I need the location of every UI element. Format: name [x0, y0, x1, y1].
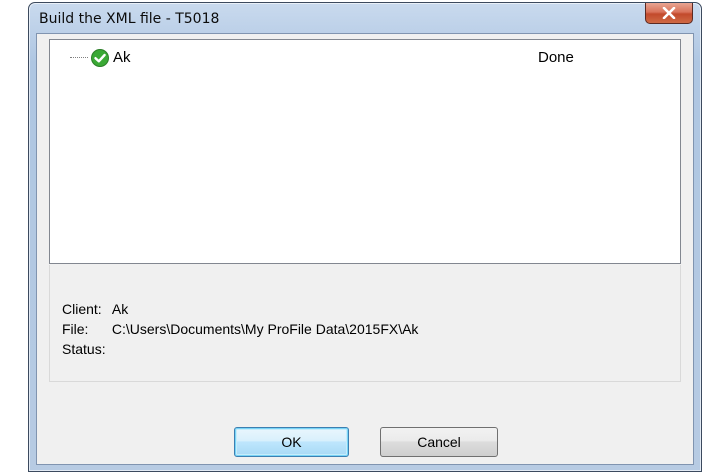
dialog-window: Build the XML file - T5018 Ak Done Clien… [28, 2, 702, 472]
tree-item-name: Ak [113, 49, 131, 66]
cancel-button[interactable]: Cancel [380, 427, 498, 457]
file-row: File: C:\Users\Documents\My ProFile Data… [62, 321, 418, 339]
close-icon [662, 7, 676, 19]
tree-item-status: Done [538, 49, 574, 66]
close-button[interactable] [645, 3, 693, 24]
client-label: Client: [62, 301, 102, 317]
ok-button[interactable]: OK [234, 427, 349, 457]
client-tree[interactable]: Ak Done [49, 39, 681, 264]
check-icon [91, 49, 109, 67]
info-panel: Client: Ak File: C:\Users\Documents\My P… [49, 265, 681, 382]
status-label: Status: [62, 341, 106, 357]
window-title: Build the XML file - T5018 [39, 11, 220, 27]
desktop-background [0, 0, 28, 474]
dialog-body: Ak Done Client: Ak File: C:\Users\Docume… [36, 33, 694, 465]
file-label: File: [62, 321, 89, 337]
client-value: Ak [111, 301, 129, 317]
client-row: Client: Ak [62, 301, 128, 319]
file-value: C:\Users\Documents\My ProFile Data\2015F… [111, 321, 419, 337]
title-bar[interactable]: Build the XML file - T5018 [29, 3, 701, 33]
tree-connector [70, 57, 88, 58]
status-row: Status: [62, 341, 112, 359]
tree-item[interactable]: Ak Done [68, 48, 668, 68]
